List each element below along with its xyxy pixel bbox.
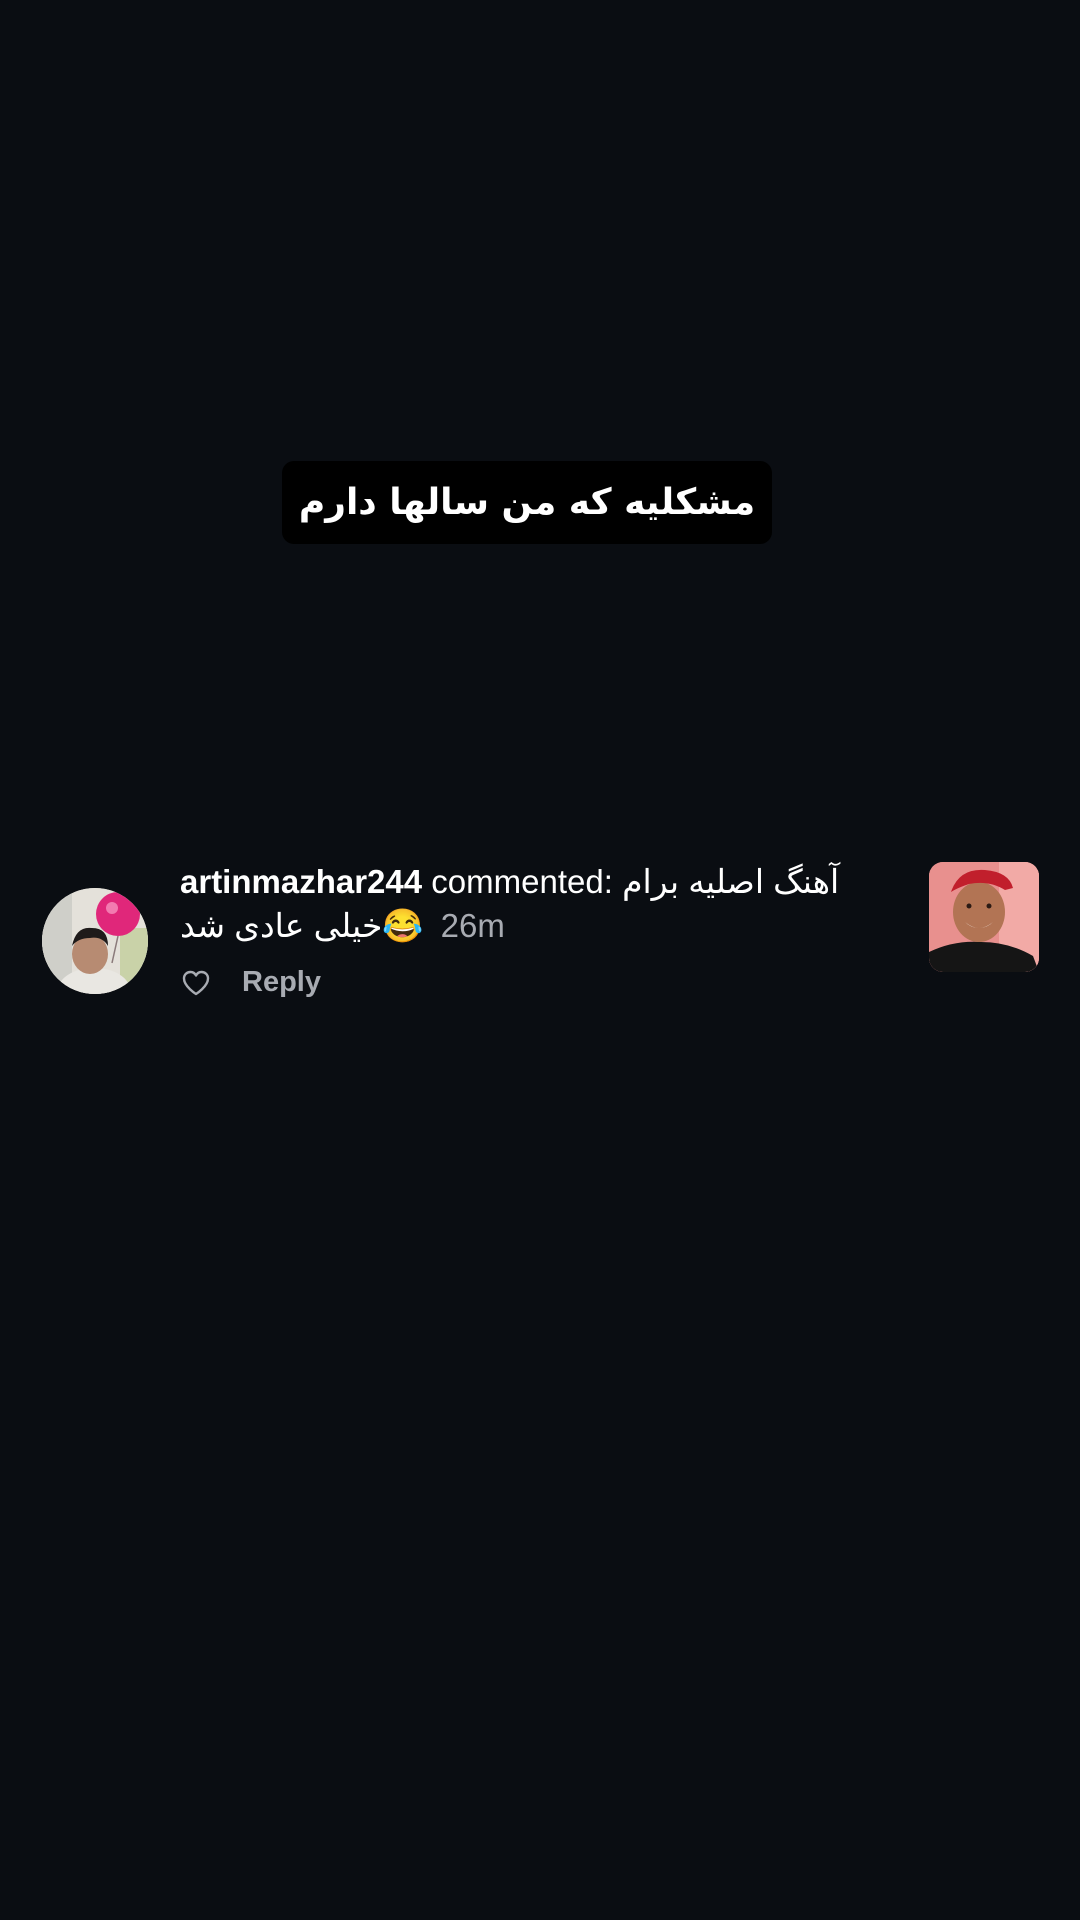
comment-line-2: خیلی عادی شد😂 26m — [180, 904, 900, 948]
avatar-photo — [42, 888, 148, 994]
reel-thumbnail[interactable] — [929, 862, 1039, 972]
comment: artinmazhar244 commented: آهنگ اصلیه برا… — [180, 860, 900, 999]
video-caption: مشکلیه که من سالها دارم — [282, 461, 772, 544]
laughing-emoji-icon: 😂 — [382, 907, 424, 944]
thumbnail-photo — [929, 862, 1039, 972]
comment-actions: Reply — [180, 966, 900, 999]
heart-outline-icon[interactable] — [180, 967, 212, 999]
comment-text-part1: آهنگ اصلیه برام — [622, 863, 840, 900]
comment-timestamp: 26m — [440, 907, 505, 944]
comment-line-1: artinmazhar244 commented: آهنگ اصلیه برا… — [180, 860, 900, 904]
reply-button[interactable]: Reply — [242, 966, 321, 999]
commenter-avatar[interactable] — [42, 888, 148, 994]
comment-username[interactable]: artinmazhar244 — [180, 863, 422, 900]
comment-text-part2: خیلی عادی شد — [180, 907, 383, 944]
caption-text: مشکلیه که من سالها دارم — [298, 482, 756, 523]
comment-verb: commented: — [431, 863, 613, 900]
